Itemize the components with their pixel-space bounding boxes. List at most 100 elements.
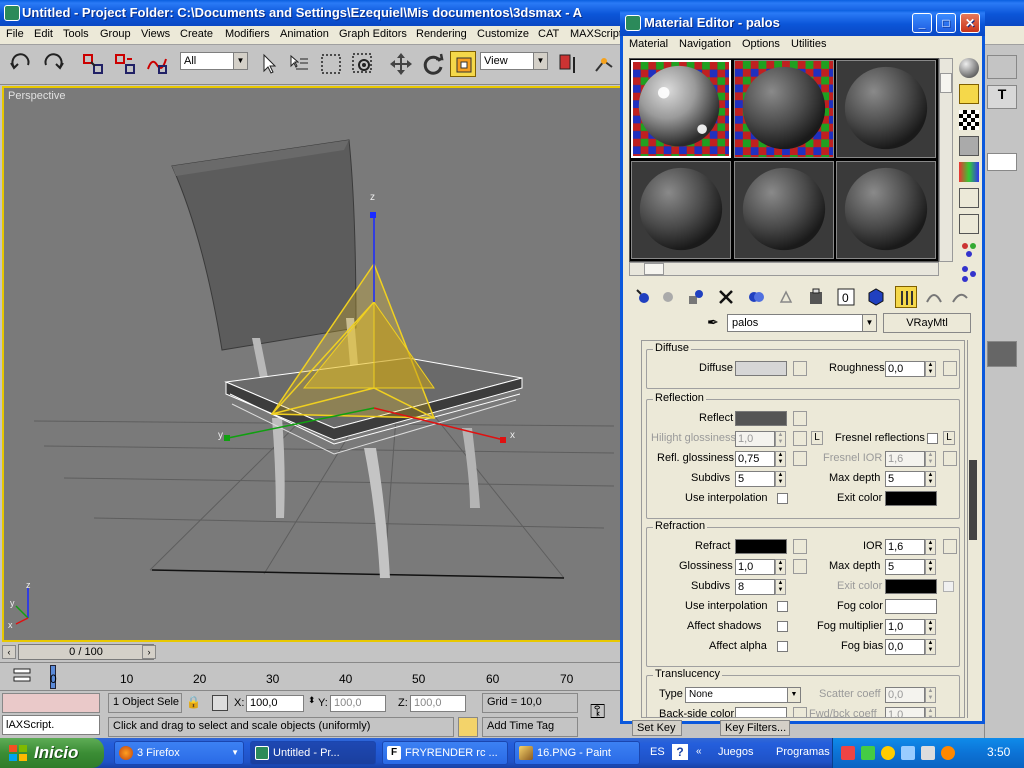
assign-material-icon[interactable] bbox=[685, 286, 707, 308]
sample-slot-2[interactable] bbox=[734, 60, 834, 158]
track-bar-filter-icon[interactable] bbox=[12, 667, 32, 685]
taskbar-fryrender[interactable]: F FRYRENDER rc ... bbox=[382, 741, 508, 765]
set-key-button[interactable]: Set Key bbox=[632, 720, 682, 736]
menu-material[interactable]: Material bbox=[629, 38, 668, 50]
spinner-arrows-icon[interactable]: ▲ ▼ bbox=[925, 451, 936, 467]
material-navigator-icon[interactable] bbox=[959, 264, 979, 284]
undo-button[interactable] bbox=[8, 51, 34, 77]
backlight-icon[interactable] bbox=[959, 84, 979, 104]
refraction-exit-color-checkbox[interactable] bbox=[943, 581, 954, 592]
sample-slot-3[interactable] bbox=[836, 60, 936, 158]
time-tag-icon[interactable] bbox=[458, 717, 478, 737]
sample-slot-5[interactable] bbox=[734, 161, 834, 259]
menu-customize[interactable]: Customize bbox=[477, 28, 529, 40]
back-side-color-swatch[interactable] bbox=[735, 707, 787, 717]
fog-color-swatch[interactable] bbox=[885, 599, 937, 614]
material-type-button[interactable]: VRayMtl bbox=[883, 313, 971, 333]
spinner-arrows-icon[interactable]: ▲ ▼ bbox=[925, 559, 936, 575]
sample-uv-tiling-icon[interactable] bbox=[959, 136, 979, 156]
refract-color-swatch[interactable] bbox=[735, 539, 787, 554]
make-unique-icon[interactable] bbox=[775, 286, 797, 308]
spinner-arrows-icon[interactable]: ▲ ▼ bbox=[925, 707, 936, 717]
fresnel-reflections-checkbox[interactable] bbox=[927, 433, 938, 444]
refraction-exit-color-swatch[interactable] bbox=[885, 579, 937, 594]
menu-cat[interactable]: CAT bbox=[538, 28, 559, 40]
reflection-use-interpolation-checkbox[interactable] bbox=[777, 493, 788, 504]
quicklaunch-programas[interactable]: Programas bbox=[776, 746, 830, 758]
show-end-result-icon[interactable] bbox=[895, 286, 917, 308]
time-slider[interactable]: 0 / 100 bbox=[18, 644, 154, 660]
reflection-exit-color-swatch[interactable] bbox=[885, 491, 937, 506]
z-coordinate-field[interactable]: 100,0 bbox=[410, 695, 466, 712]
refraction-max-depth-spinner[interactable]: 5 ▲ ▼ bbox=[885, 559, 936, 575]
select-and-rotate-button[interactable] bbox=[420, 51, 446, 77]
translucency-type-dropdown[interactable]: None ▼ bbox=[685, 687, 801, 703]
menu-options[interactable]: Options bbox=[742, 38, 780, 50]
get-material-icon[interactable] bbox=[633, 286, 655, 308]
quicklaunch-juegos[interactable]: Juegos bbox=[718, 746, 753, 758]
taskbar-paint[interactable]: 16.PNG - Paint bbox=[514, 741, 640, 765]
refl-glossiness-spinner[interactable]: 0,75 ▲ ▼ bbox=[735, 451, 786, 467]
absolute-mode-icon[interactable] bbox=[212, 695, 228, 711]
tray-app-icon[interactable] bbox=[841, 746, 855, 760]
reflect-color-swatch[interactable] bbox=[735, 411, 787, 426]
object-color-swatch[interactable] bbox=[987, 341, 1017, 367]
select-object-button[interactable] bbox=[256, 51, 282, 77]
go-forward-to-sibling-icon[interactable] bbox=[949, 286, 971, 308]
spinner-arrows-icon[interactable]: ▲ ▼ bbox=[775, 471, 786, 487]
x-coordinate-field[interactable]: 100,0 bbox=[246, 695, 304, 712]
system-clock[interactable]: 3:50 bbox=[987, 745, 1010, 759]
vscroll-thumb[interactable] bbox=[940, 73, 952, 93]
pick-material-eyedropper-icon[interactable]: ✒ bbox=[707, 314, 719, 331]
selection-filter-dropdown[interactable]: All ▼ bbox=[180, 52, 248, 70]
menu-graph-editors[interactable]: Graph Editors bbox=[339, 28, 407, 40]
material-editor-title-bar[interactable]: Material Editor - palos _ □ ✕ bbox=[620, 10, 985, 36]
diffuse-color-swatch[interactable] bbox=[735, 361, 787, 376]
video-color-check-icon[interactable] bbox=[959, 162, 979, 182]
bind-space-warp-button[interactable] bbox=[144, 51, 170, 77]
put-to-library-icon[interactable] bbox=[805, 286, 827, 308]
sample-slot-1[interactable] bbox=[631, 60, 731, 158]
sample-slots-hscroll[interactable] bbox=[629, 262, 939, 276]
x-spinner-icon[interactable]: ⬍ bbox=[308, 695, 316, 706]
track-bar[interactable]: 0 10 20 30 40 50 60 70 bbox=[0, 662, 622, 690]
reflection-max-depth-spinner[interactable]: 5 ▲ ▼ bbox=[885, 471, 936, 487]
add-time-tag-button[interactable]: Add Time Tag bbox=[482, 717, 578, 737]
network-icon[interactable] bbox=[901, 746, 915, 760]
start-button[interactable]: Inicio bbox=[0, 738, 104, 768]
maxscript-listener-pink[interactable] bbox=[2, 693, 100, 713]
fog-bias-spinner[interactable]: 0,0 ▲ ▼ bbox=[885, 639, 936, 655]
scatter-coeff-spinner[interactable]: 0,0 ▲ ▼ bbox=[885, 687, 936, 703]
volume-icon[interactable] bbox=[921, 746, 935, 760]
ior-spinner[interactable]: 1,6 ▲ ▼ bbox=[885, 539, 936, 555]
menu-rendering[interactable]: Rendering bbox=[416, 28, 467, 40]
maximize-button[interactable]: □ bbox=[936, 13, 956, 33]
hammer-icon[interactable]: T bbox=[987, 85, 1017, 109]
spinner-arrows-icon[interactable]: ▲ ▼ bbox=[775, 431, 786, 447]
menu-views[interactable]: Views bbox=[141, 28, 170, 40]
menu-maxscript[interactable]: MAXScript bbox=[570, 28, 622, 40]
taskbar-firefox[interactable]: 3 Firefox ▼ bbox=[114, 741, 244, 765]
show-map-in-viewport-icon[interactable] bbox=[865, 286, 887, 308]
sample-slot-4[interactable] bbox=[631, 161, 731, 259]
material-name-field[interactable]: palos ▼ bbox=[727, 314, 877, 332]
sample-type-icon[interactable] bbox=[959, 58, 979, 78]
select-manipulate-button[interactable] bbox=[592, 51, 618, 77]
fog-multiplier-spinner[interactable]: 1,0 ▲ ▼ bbox=[885, 619, 936, 635]
redo-button[interactable] bbox=[40, 51, 66, 77]
window-crossing-button[interactable] bbox=[350, 51, 376, 77]
fwd-bck-coeff-spinner[interactable]: 1,0 ▲ ▼ bbox=[885, 707, 936, 717]
spinner-arrows-icon[interactable]: ▲ ▼ bbox=[925, 639, 936, 655]
hilight-lock-button[interactable]: L bbox=[811, 431, 823, 445]
affect-shadows-checkbox[interactable] bbox=[777, 621, 788, 632]
spinner-arrows-icon[interactable]: ▲ ▼ bbox=[775, 579, 786, 595]
close-button[interactable]: ✕ bbox=[960, 13, 980, 33]
reflect-map-button[interactable] bbox=[793, 411, 807, 426]
tray-app-icon[interactable] bbox=[861, 746, 875, 760]
background-icon[interactable] bbox=[959, 110, 979, 130]
go-to-parent-icon[interactable] bbox=[923, 286, 945, 308]
refl-glossiness-map-button[interactable] bbox=[793, 451, 807, 466]
fresnel-ior-spinner[interactable]: 1,6 ▲ ▼ bbox=[885, 451, 936, 467]
back-side-map-button[interactable] bbox=[793, 707, 807, 717]
refraction-glossiness-map-button[interactable] bbox=[793, 559, 807, 574]
